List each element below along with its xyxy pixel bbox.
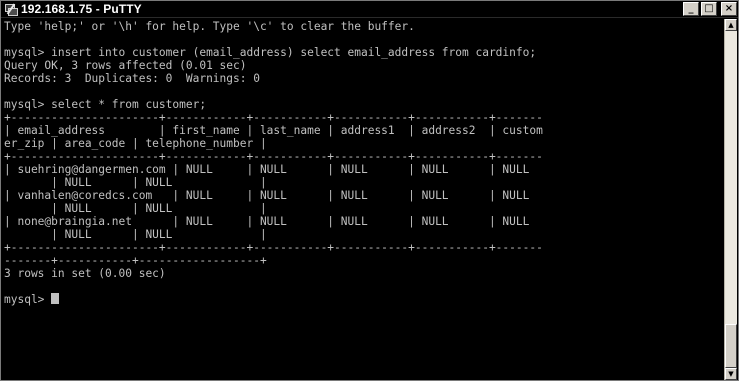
terminal-line: | NULL | NULL |: [4, 176, 267, 189]
terminal-line: | suehring@dangermen.com | NULL | NULL |…: [4, 163, 530, 176]
cursor: [51, 293, 60, 304]
terminal-line: Query OK, 3 rows affected (0.01 sec): [4, 59, 247, 72]
terminal-line: -------+-----------+------------------+: [4, 254, 267, 267]
scroll-up-arrow-icon[interactable]: ▲: [725, 19, 737, 31]
terminal-line: Records: 3 Duplicates: 0 Warnings: 0: [4, 72, 260, 85]
terminal-line: mysql> select * from customer;: [4, 98, 207, 111]
scroll-down-arrow-icon[interactable]: ▼: [725, 368, 737, 380]
title-bar[interactable]: 192.168.1.75 - PuTTY _ □ ×: [1, 1, 738, 18]
terminal-line: | email_address | first_name | last_name…: [4, 124, 543, 137]
window-controls: _ □ ×: [683, 2, 737, 16]
terminal-line: | NULL | NULL |: [4, 202, 267, 215]
terminal-line: mysql> insert into customer (email_addre…: [4, 46, 537, 59]
terminal-line: +----------------------+------------+---…: [4, 241, 543, 254]
putty-window: 192.168.1.75 - PuTTY _ □ × Type 'help;' …: [0, 0, 739, 381]
close-icon[interactable]: ×: [721, 2, 737, 16]
putty-icon[interactable]: [4, 3, 18, 16]
terminal-output: Type 'help;' or '\h' for help. Type '\c'…: [2, 19, 725, 306]
terminal-line: | NULL | NULL |: [4, 228, 267, 241]
terminal-line: er_zip | area_code | telephone_number |: [4, 137, 267, 150]
terminal-line: | vanhalen@coredcs.com | NULL | NULL | N…: [4, 189, 530, 202]
terminal-line: 3 rows in set (0.00 sec): [4, 267, 166, 280]
terminal-line: mysql>: [4, 293, 52, 306]
minimize-icon[interactable]: _: [683, 2, 699, 16]
vertical-scrollbar[interactable]: ▲ ▼: [724, 19, 737, 380]
terminal-line: | none@braingia.net | NULL | NULL | NULL…: [4, 215, 530, 228]
maximize-icon[interactable]: □: [701, 2, 717, 16]
terminal-line: +----------------------+------------+---…: [4, 150, 543, 163]
window-title: 192.168.1.75 - PuTTY: [21, 2, 142, 16]
terminal-area[interactable]: Type 'help;' or '\h' for help. Type '\c'…: [2, 19, 725, 380]
scrollbar-thumb[interactable]: [725, 324, 737, 368]
terminal-line: Type 'help;' or '\h' for help. Type '\c'…: [4, 20, 415, 33]
terminal-line: +----------------------+------------+---…: [4, 111, 543, 124]
